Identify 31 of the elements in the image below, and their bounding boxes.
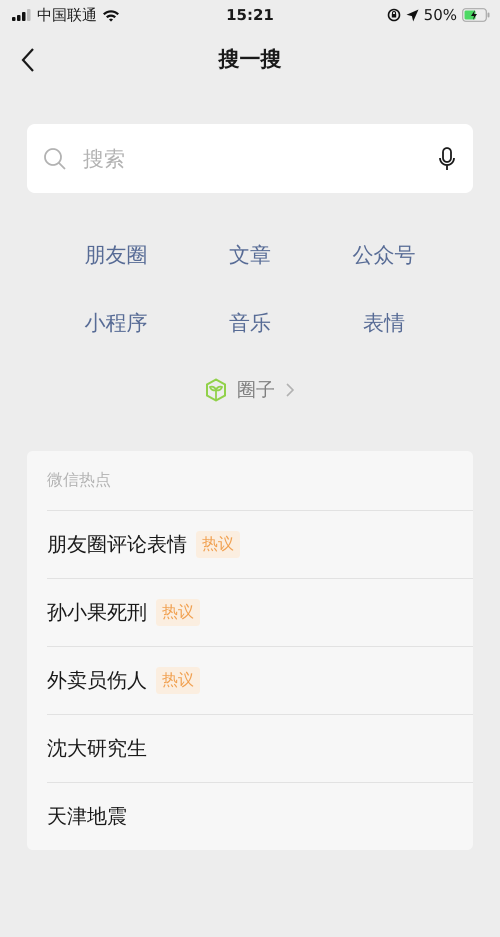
location-icon [406,8,419,22]
category-link[interactable]: 表情 [363,309,405,335]
category-link[interactable]: 小程序 [84,309,148,335]
wifi-icon [102,8,120,22]
search-field[interactable]: 搜索 [81,146,425,172]
carrier-name: 中国联通 [37,6,97,24]
clock-time: 15:21 [226,6,274,24]
hot-topic-link[interactable]: 朋友圈评论表情 [47,531,187,558]
battery-charging-icon [462,8,490,22]
hot-tag: 热议 [156,667,200,694]
hot-tag: 热议 [156,599,200,626]
circle-link[interactable]: 圈子 [205,377,295,403]
section-header: 微信热点 [47,470,111,491]
microphone-icon[interactable] [439,146,455,170]
category-link[interactable]: 朋友圈 [84,241,148,267]
category-link[interactable]: 文章 [229,241,271,267]
category-link[interactable]: 公众号 [352,241,416,267]
category-link[interactable]: 音乐 [229,309,271,335]
hot-tag: 热议 [196,531,240,558]
hot-topic-link[interactable]: 外卖员伤人 [47,667,147,694]
hot-topic-link[interactable]: 孙小果死刑 [47,599,147,626]
signal-icon [12,9,32,21]
search-bar[interactable]: 搜索 [27,124,473,193]
page-title: 搜一搜 [218,46,282,73]
hot-topic-link[interactable]: 沈大研究生 [47,735,147,762]
battery-percent: 50% [424,6,457,24]
search-icon [43,146,67,170]
hot-topic-link[interactable]: 天津地震 [47,803,127,830]
sprout-cube-icon [205,378,227,402]
rotation-lock-icon [386,8,401,22]
chevron-right-icon [285,382,295,398]
